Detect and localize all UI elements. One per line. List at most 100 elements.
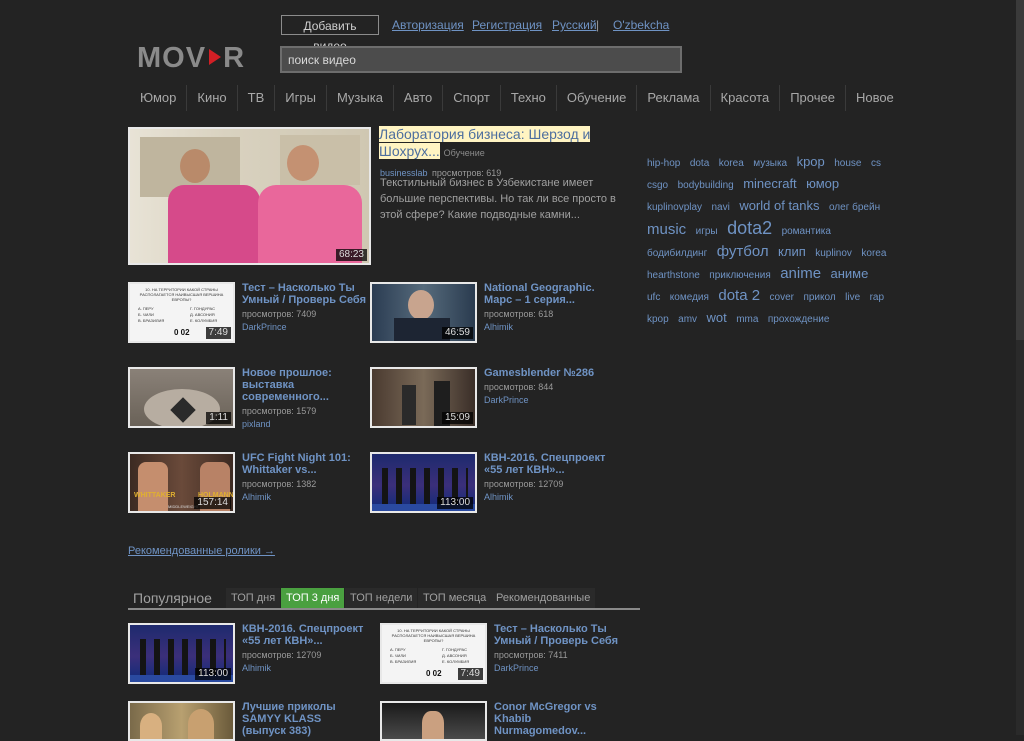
tab-top-3-days[interactable]: ТОП 3 дня [281,588,345,608]
tag-link[interactable]: бодибилдинг [647,248,707,259]
video-author[interactable]: DarkPrince [242,322,367,332]
nav-item-tech[interactable]: Техно [499,85,556,111]
tag-link[interactable]: kuplinov [815,248,852,259]
nav-item-tv[interactable]: ТВ [236,85,275,111]
video-thumbnail[interactable]: 10. НА ТЕРРИТОРИИ КАКОЙ СТРАНЫ РАСПОЛАГА… [380,623,487,684]
tag-link[interactable]: cs [871,158,881,169]
video-thumbnail[interactable]: WHITTAKER HOLMANN MIDDLEWEIGHT 157:14 [128,452,235,513]
tag-link[interactable]: minecraft [743,176,796,191]
video-thumbnail[interactable]: 113:00 [370,452,477,513]
tag-link[interactable]: kpop [797,154,825,169]
video-thumbnail[interactable] [380,701,487,741]
tag-link[interactable]: романтика [782,226,831,237]
tag-link[interactable]: csgo [647,180,668,191]
video-author[interactable]: Alhimik [484,322,614,332]
tab-top-month[interactable]: ТОП месяца [418,588,492,608]
video-thumbnail[interactable]: 1:11 [128,367,235,428]
video-title[interactable]: Лучшие приколы SAMYY KLASS (выпуск 383) [242,701,372,737]
login-link[interactable]: Авторизация [392,18,464,32]
tag-link[interactable]: amv [678,314,697,325]
tag-link[interactable]: hearthstone [647,270,700,281]
video-author[interactable]: Alhimik [242,492,367,502]
video-title[interactable]: Тест – Насколько Ты Умный / Проверь Себя [242,282,367,306]
video-title[interactable]: Conor McGregor vs Khabib Nurmagomedov... [494,701,624,737]
tab-top-week[interactable]: ТОП недели [345,588,418,608]
tag-link[interactable]: rap [870,292,884,303]
tag-link[interactable]: world of tanks [739,198,819,213]
tag-link[interactable]: олег брейн [829,202,880,213]
nav-item-auto[interactable]: Авто [392,85,442,111]
nav-item-music[interactable]: Музыка [325,85,393,111]
video-thumbnail[interactable] [128,701,235,741]
tag-link[interactable]: anime [780,265,821,282]
nav-item-beauty[interactable]: Красота [709,85,780,111]
nav-item-ads[interactable]: Реклама [636,85,709,111]
recommended-videos-link[interactable]: Рекомендованные ролики → [128,545,275,557]
register-link[interactable]: Регистрация [472,18,542,32]
tag-link[interactable]: cover [770,292,794,303]
video-author[interactable]: pixland [242,419,367,429]
tag-link[interactable]: navi [712,202,730,213]
video-title[interactable]: Новое прошлое: выставка современного... [242,367,367,403]
featured-title-line2[interactable]: Шохрух... [379,143,440,159]
nav-item-other[interactable]: Прочее [779,85,845,111]
tag-link[interactable]: клип [778,244,806,259]
tag-link[interactable]: korea [719,158,744,169]
nav-item-new[interactable]: Новое [844,85,904,111]
featured-title[interactable]: Лаборатория бизнеса: Шерзод и Шохрух... … [379,126,609,162]
tag-link[interactable]: прохождение [768,314,830,325]
tag-link[interactable]: house [834,158,861,169]
video-title[interactable]: Gamesblender №286 [484,367,614,379]
nav-item-movies[interactable]: Кино [186,85,236,111]
video-author[interactable]: Alhimik [242,663,372,673]
tag-link[interactable]: wot [707,310,727,325]
tag-link[interactable]: комедия [670,292,709,303]
site-logo[interactable]: MOV R [137,42,245,75]
tab-recommended[interactable]: Рекомендованные [491,588,596,608]
tag-link[interactable]: юмор [806,176,839,191]
video-author[interactable]: Alhimik [484,492,614,502]
tag-link[interactable]: приключения [709,270,770,281]
tag-link[interactable]: аниме [831,266,869,281]
video-thumbnail[interactable]: 46:59 [370,282,477,343]
tag-link[interactable]: bodybuilding [678,180,734,191]
nav-item-education[interactable]: Обучение [555,85,636,111]
tag-link[interactable]: прикол [803,292,835,303]
video-title[interactable]: КВН-2016. Спецпроект «55 лет КВН»... [242,623,372,647]
nav-item-games[interactable]: Игры [274,85,326,111]
video-thumbnail[interactable]: 15:09 [370,367,477,428]
tag-link[interactable]: dota 2 [718,287,760,304]
tag-link[interactable]: music [647,221,686,238]
video-title[interactable]: КВН-2016. Спецпроект «55 лет КВН»... [484,452,614,476]
tag-link[interactable]: музыка [753,158,787,169]
tag-link[interactable]: hip-hop [647,158,680,169]
lang-russian-link[interactable]: Русский [552,18,597,32]
video-title[interactable]: UFC Fight Night 101: Whittaker vs... [242,452,367,476]
lang-uzbek-link[interactable]: O'zbekcha [613,18,669,32]
tag-link[interactable]: dota [690,158,709,169]
tag-link[interactable]: ufc [647,292,660,303]
video-title[interactable]: Тест – Насколько Ты Умный / Проверь Себя [494,623,624,647]
tag-link[interactable]: live [845,292,860,303]
tag-link[interactable]: игры [696,226,718,237]
video-author[interactable]: DarkPrince [494,663,624,673]
featured-category[interactable]: Обучение [444,148,485,158]
search-input[interactable] [280,46,682,73]
tab-top-day[interactable]: ТОП дня [226,588,281,608]
nav-item-humor[interactable]: Юмор [130,85,186,111]
featured-title-line1[interactable]: Лаборатория бизнеса: Шерзод и [379,126,591,142]
tag-link[interactable]: korea [861,248,886,259]
tag-link[interactable]: футбол [717,243,769,260]
nav-item-sport[interactable]: Спорт [442,85,500,111]
page-scrollbar[interactable] [1016,0,1024,735]
scrollbar-thumb[interactable] [1016,0,1024,340]
video-author[interactable]: DarkPrince [484,395,614,405]
video-thumbnail[interactable]: 113:00 [128,623,235,684]
tag-link[interactable]: mma [736,314,758,325]
video-title[interactable]: National Geographic. Марс – 1 серия... [484,282,614,306]
tag-link[interactable]: kpop [647,314,669,325]
video-thumbnail[interactable]: 10. НА ТЕРРИТОРИИ КАКОЙ СТРАНЫ РАСПОЛАГА… [128,282,235,343]
tag-link[interactable]: dota2 [727,218,772,238]
add-video-button[interactable]: Добавить видео [281,15,379,53]
featured-thumbnail[interactable]: 68:23 [128,127,371,265]
